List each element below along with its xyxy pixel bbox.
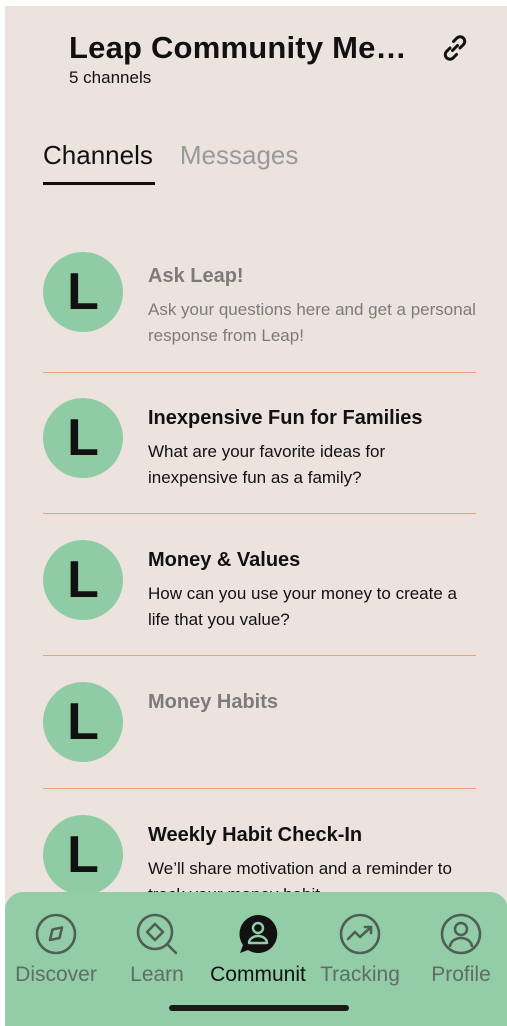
trend-icon xyxy=(339,913,381,955)
tab-messages[interactable]: Messages xyxy=(180,140,299,185)
community-screen: Leap Community Mess... 5 channels Channe… xyxy=(5,6,507,1026)
chat-person-icon xyxy=(239,914,278,953)
nav-tracking[interactable]: Tracking xyxy=(310,912,410,987)
avatar: L xyxy=(43,252,123,332)
channel-row-money-values[interactable]: L Money & Values How can you use your mo… xyxy=(43,514,476,656)
link-icon xyxy=(443,35,467,61)
nav-label: Profile xyxy=(431,963,491,986)
channel-name: Inexpensive Fun for Families xyxy=(148,407,423,429)
avatar: L xyxy=(43,682,123,762)
page-title: Leap Community Mess... xyxy=(69,30,421,65)
nav-label: Communit xyxy=(210,963,306,986)
profile-icon xyxy=(440,913,482,955)
channel-count: 5 channels xyxy=(69,68,152,87)
avatar: L xyxy=(43,540,123,620)
nav-profile[interactable]: Profile xyxy=(411,912,507,987)
nav-label: Tracking xyxy=(320,963,400,986)
channel-name: Weekly Habit Check-In xyxy=(148,824,363,846)
share-link-button[interactable] xyxy=(437,30,473,66)
channel-description: Ask your questions here and get a person… xyxy=(148,300,476,345)
nav-community[interactable]: Communit xyxy=(208,912,308,987)
channel-row-money-habits[interactable]: L Money Habits xyxy=(43,656,476,789)
channel-name: Money & Values xyxy=(148,549,301,571)
channel-description: What are your favorite ideas for inexpen… xyxy=(148,442,386,487)
channel-name: Ask Leap! xyxy=(148,265,244,287)
nav-discover[interactable]: Discover xyxy=(6,912,106,987)
avatar: L xyxy=(43,815,123,895)
nav-label: Learn xyxy=(130,963,184,986)
tab-channels[interactable]: Channels xyxy=(43,140,155,185)
channel-description: How can you use your money to create a l… xyxy=(148,584,457,629)
nav-label: Discover xyxy=(15,963,97,986)
search-icon xyxy=(136,913,178,955)
channel-list: L Ask Leap! Ask your questions here and … xyxy=(43,228,476,929)
channel-name: Money Habits xyxy=(148,691,279,713)
tab-bar: Channels Messages xyxy=(43,140,298,185)
channel-row-inexpensive-fun[interactable]: L Inexpensive Fun for Families What are … xyxy=(43,373,476,514)
home-indicator[interactable] xyxy=(169,1005,349,1011)
compass-icon xyxy=(35,913,77,955)
nav-learn[interactable]: Learn xyxy=(107,912,207,987)
avatar: L xyxy=(43,398,123,478)
header: Leap Community Mess... 5 channels xyxy=(69,30,429,88)
channel-row-ask-leap[interactable]: L Ask Leap! Ask your questions here and … xyxy=(43,228,476,373)
